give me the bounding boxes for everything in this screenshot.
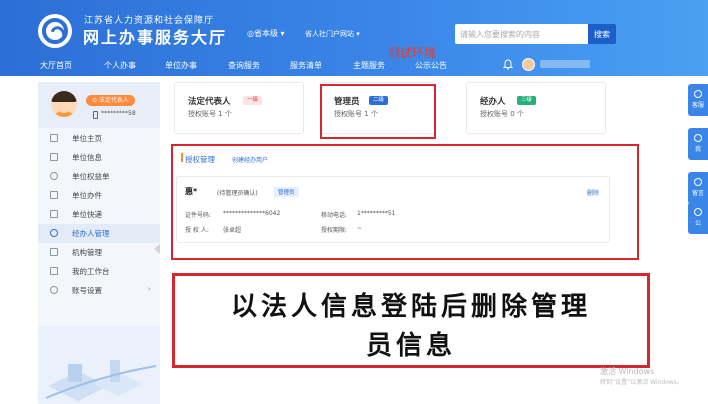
nav-item-personal[interactable]: 个人办事	[104, 60, 136, 71]
main-nav: 大厅首页 个人办事 单位办事 查询服务 服务清单 主题服务 公示公告	[0, 57, 708, 75]
sidebar-item-label: 账号设置	[72, 286, 102, 295]
headset-icon	[694, 90, 702, 98]
role-account-count: 授权账号 0 个	[480, 110, 524, 118]
folder-icon	[50, 210, 58, 218]
profile-box: ⊙ 法定代表人 *********58	[38, 82, 160, 128]
sidebar-item-workbench[interactable]: 我的工作台	[38, 262, 160, 281]
phone-label: 移动电话:	[321, 212, 348, 219]
sidebar-item-unit-express[interactable]: 单位快递	[38, 205, 160, 224]
level-select[interactable]: ◎省本级 ▾	[247, 28, 285, 39]
sidebar-item-account-settings[interactable]: 账号设置 ›	[38, 281, 160, 300]
chevron-right-icon: ›	[148, 285, 151, 293]
phone-icon	[93, 111, 98, 119]
auth-section-title[interactable]: 授权管理	[185, 154, 215, 165]
sidebar-item-unit-cases[interactable]: 单位办件	[38, 186, 160, 205]
settings-icon	[50, 286, 58, 294]
message-icon	[694, 178, 702, 186]
tool-me[interactable]: 我	[688, 128, 708, 160]
sidebar-item-unit-rights[interactable]: 单位权益单	[38, 167, 160, 186]
role-title: 法定代表人	[188, 97, 231, 107]
portal-link[interactable]: 省人社门户网站 ▾	[305, 29, 360, 39]
role-level-tag: 一级	[243, 96, 263, 105]
person-icon	[694, 134, 702, 142]
user-icon	[50, 229, 58, 237]
avatar	[51, 91, 77, 117]
lightbulb-icon	[694, 208, 702, 216]
tool-public[interactable]: 公	[688, 202, 708, 234]
nav-item-service-list[interactable]: 服务清单	[290, 60, 322, 71]
highlight-box-admin	[320, 84, 436, 139]
desk-icon	[50, 267, 58, 275]
site-title: 网上办事服务大厅	[83, 28, 228, 47]
period-label: 授权期限:	[321, 227, 348, 234]
floating-toolbar: 客服 我 留言 公	[688, 84, 708, 244]
id-value: **************6042	[223, 210, 281, 217]
windows-activation-hint: 转到“设置”以激活 Windows。	[600, 379, 683, 386]
delete-button[interactable]: 删除	[587, 188, 599, 197]
bell-icon[interactable]	[503, 59, 513, 70]
role-level-tag: 三级	[517, 96, 537, 105]
home-icon	[50, 134, 58, 142]
org-icon	[50, 248, 58, 256]
user-name-blurred[interactable]	[540, 60, 590, 68]
grantor-value: 张卓超	[223, 227, 242, 234]
grantor-label: 授 权 人:	[185, 227, 209, 234]
annotation-box: 以法人信息登陆后删除管理 员信息	[172, 273, 650, 368]
record-status: (待管理员确认)	[217, 190, 258, 197]
annotation-line-2: 员信息	[365, 331, 456, 361]
sidebar: ⊙ 法定代表人 *********58 单位主页 单位信息 单位权益单 单位办件…	[38, 82, 160, 404]
search-input[interactable]	[455, 24, 588, 44]
nav-item-query[interactable]: 查询服务	[228, 60, 260, 71]
role-card-legal-rep[interactable]: 法定代表人 一级 授权账号 1 个	[174, 82, 304, 134]
sidebar-item-label: 经办人管理	[72, 229, 110, 238]
sidebar-item-label: 我的工作台	[72, 267, 110, 276]
sidebar-item-label: 单位权益单	[72, 172, 110, 181]
role-badge[interactable]: ⊙ 法定代表人	[86, 95, 135, 106]
sidebar-item-label: 单位快递	[72, 210, 102, 219]
role-account-count: 授权账号 1 个	[188, 110, 232, 118]
record-role-tag: 管理员	[274, 187, 299, 197]
nav-item-unit[interactable]: 单位办事	[165, 60, 197, 71]
nav-item-notice[interactable]: 公示公告	[415, 60, 447, 71]
search-button[interactable]: 搜索	[588, 24, 616, 44]
create-handler-link[interactable]: 创建经办用户	[232, 155, 268, 164]
tool-customer-service[interactable]: 客服	[688, 84, 708, 116]
role-card-handler[interactable]: 经办人 三级 授权账号 0 个	[466, 82, 606, 134]
sidebar-item-unit-info[interactable]: 单位信息	[38, 148, 160, 167]
tool-message[interactable]: 留言	[688, 172, 708, 204]
phone-number: *********58	[101, 110, 136, 117]
sidebar-illustration	[38, 326, 160, 404]
id-label: 证件号码:	[185, 212, 212, 219]
header-bar: 江苏省人力资源和社会保障厅 网上办事服务大厅 ◎省本级 ▾ 省人社门户网站 ▾ …	[0, 0, 708, 76]
info-icon	[50, 153, 58, 161]
sidebar-item-handler-management[interactable]: 经办人管理	[38, 224, 160, 243]
record-name: 惠*	[185, 187, 198, 196]
windows-activation-watermark: 激活 Windows	[600, 367, 655, 376]
auth-record-card: 惠* (待管理员确认) 管理员 删除 证件号码: **************6…	[176, 176, 610, 243]
sidebar-item-label: 单位信息	[72, 153, 102, 162]
nav-item-home[interactable]: 大厅首页	[40, 60, 72, 71]
sidebar-item-org-management[interactable]: 机构管理	[38, 243, 160, 262]
rights-icon	[50, 172, 58, 180]
sidebar-item-label: 机构管理	[72, 248, 102, 257]
annotation-line-1: 以法人信息登陆后删除管理	[230, 292, 591, 322]
site-logo[interactable]	[38, 14, 72, 48]
sidebar-item-label: 单位主页	[72, 134, 102, 143]
phone-value: 1*********51	[357, 210, 396, 217]
nav-item-theme[interactable]: 主题服务	[353, 60, 385, 71]
sidebar-item-label: 单位办件	[72, 191, 102, 200]
sidebar-item-unit-home[interactable]: 单位主页	[38, 129, 160, 148]
section-accent-bar	[181, 153, 183, 162]
period-value: ~	[357, 225, 363, 232]
file-icon	[50, 191, 58, 199]
role-title: 经办人	[480, 97, 506, 107]
collapse-sidebar-handle[interactable]	[154, 244, 160, 254]
user-avatar[interactable]	[522, 58, 535, 71]
